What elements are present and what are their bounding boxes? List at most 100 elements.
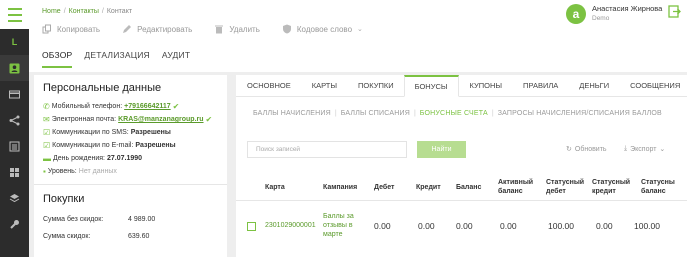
- contact-tabs: ОСНОВНОЕ КАРТЫ ПОКУПКИ БОНУСЫ КУПОНЫ ПРА…: [236, 75, 687, 97]
- sum-no-discount-row: Сумма без скидок: 4 989.00: [43, 211, 218, 228]
- tab-overview[interactable]: ОБЗОР: [42, 50, 73, 68]
- tab-audit[interactable]: АУДИТ: [162, 50, 190, 68]
- breadcrumb-home[interactable]: Home: [42, 8, 61, 15]
- user-menu[interactable]: a Анастасия Жирнова Demo: [566, 4, 662, 24]
- checkbox-checked-icon: ☑: [43, 141, 51, 150]
- top-bar: Home / Контакты / Контакт Копировать Редакти…: [0, 0, 687, 72]
- shield-icon: [282, 24, 291, 34]
- codeword-button[interactable]: Кодовое слово ⌄: [282, 24, 363, 34]
- delete-label: Удалить: [229, 24, 260, 34]
- col-balance[interactable]: Баланс: [456, 183, 481, 192]
- col-card[interactable]: Карта: [265, 183, 285, 192]
- trash-icon: [215, 25, 224, 34]
- card-icon: [9, 90, 20, 98]
- email-row: ✉ Электронная почта: KRAS@manzanagroup.r…: [43, 113, 218, 126]
- email-comm-value: Разрешены: [135, 142, 176, 149]
- refresh-button[interactable]: ↻ Обновить: [566, 145, 607, 154]
- list-icon: [9, 141, 20, 151]
- subtab-accrual-points[interactable]: БАЛЛЫ НАЧИСЛЕНИЯ: [253, 110, 331, 117]
- copy-label: Копировать: [57, 24, 101, 34]
- sum-discount-row: Сумма скидок: 639.60: [43, 228, 218, 245]
- email-value[interactable]: KRAS@manzanagroup.ru: [118, 116, 203, 123]
- email-icon: ✉: [43, 115, 50, 124]
- cell-status-balance: 100.00: [634, 221, 660, 231]
- verified-icon: ✔: [205, 115, 213, 124]
- level-value: Нет данных: [78, 168, 117, 175]
- verified-icon: ✔: [172, 102, 180, 111]
- tab-cards[interactable]: КАРТЫ: [300, 75, 347, 96]
- cell-debit: 0.00: [374, 221, 391, 231]
- subtab-writeoff-points[interactable]: БАЛЛЫ СПИСАНИЯ: [341, 110, 410, 117]
- col-active-balance[interactable]: Активный баланс: [498, 178, 538, 196]
- col-credit[interactable]: Кредит: [416, 183, 441, 192]
- breadcrumb: Home / Контакты / Контакт: [42, 8, 133, 15]
- nav-list[interactable]: [0, 133, 29, 159]
- share-icon: [9, 115, 20, 125]
- campaign-link[interactable]: Баллы за отзывы в марте: [323, 212, 368, 239]
- tab-main[interactable]: ОСНОВНОЕ: [236, 75, 301, 96]
- search-input[interactable]: Поиск записей: [247, 141, 407, 158]
- sms-row: ☑ Коммуникации по SMS: Разрешены: [43, 126, 218, 139]
- hamburger-icon: [7, 6, 22, 24]
- refresh-icon: ↻: [566, 146, 572, 153]
- logout-icon[interactable]: [668, 5, 681, 18]
- breadcrumb-contacts[interactable]: Контакты: [69, 8, 99, 15]
- checkbox-checked-icon: ☑: [43, 128, 51, 137]
- level-icon: ▪: [43, 167, 46, 176]
- sum-no-discount-label: Сумма без скидок:: [43, 216, 104, 223]
- tab-details[interactable]: ДЕТАЛИЗАЦИЯ: [84, 50, 149, 68]
- subtab-bonus-accounts[interactable]: БОНУСНЫЕ СЧЕТА: [420, 110, 488, 117]
- nav-contacts[interactable]: [0, 55, 29, 81]
- user-info: Анастасия Жирнова Demo: [592, 4, 662, 24]
- tab-messages[interactable]: СООБЩЕНИЯ ›: [619, 75, 687, 96]
- sms-value: Разрешены: [130, 129, 171, 136]
- nav-layers[interactable]: [0, 185, 29, 211]
- col-status-balance[interactable]: Статусны баланс: [641, 178, 681, 196]
- user-name: Анастасия Жирнова: [592, 4, 663, 13]
- phone-label: Мобильный телефон:: [51, 103, 123, 110]
- find-button[interactable]: Найти: [417, 141, 466, 158]
- page-tabs: ОБЗОР ДЕТАЛИЗАЦИЯ АУДИТ: [42, 50, 190, 68]
- side-nav: L: [0, 29, 29, 257]
- export-label: Экспорт: [630, 145, 657, 153]
- tab-rules[interactable]: ПРАВИЛА: [512, 75, 568, 96]
- sum-discount-value: 639.60: [128, 233, 150, 240]
- card-number-link[interactable]: 2301029000001: [265, 222, 316, 229]
- tab-money[interactable]: ДЕНЬГИ: [568, 75, 619, 96]
- phone-icon: ✆: [43, 102, 50, 111]
- col-debit[interactable]: Дебет: [374, 183, 394, 192]
- nav-grid[interactable]: [0, 159, 29, 185]
- sum-discount-label: Сумма скидок:: [43, 233, 91, 240]
- tab-messages-label: СООБЩЕНИЯ: [630, 81, 681, 90]
- edit-button[interactable]: Редактировать: [122, 24, 192, 34]
- tab-coupons[interactable]: КУПОНЫ: [458, 75, 513, 96]
- cell-balance: 0.00: [456, 221, 473, 231]
- col-status-debit[interactable]: Статусный дебет: [546, 178, 586, 196]
- tab-purchases[interactable]: ПОКУПКИ: [347, 75, 404, 96]
- copy-button[interactable]: Копировать: [42, 24, 100, 34]
- menu-button[interactable]: [0, 0, 29, 29]
- delete-button[interactable]: Удалить: [214, 24, 260, 34]
- contact-icon: [9, 63, 20, 73]
- sum-no-discount-value: 4 989.00: [128, 216, 156, 223]
- pencil-icon: [123, 25, 132, 33]
- row-checkbox[interactable]: [247, 222, 256, 231]
- nav-settings[interactable]: [0, 211, 29, 237]
- nav-logo-letter: L: [11, 37, 18, 47]
- nav-cards[interactable]: [0, 81, 29, 107]
- purchases-title: Покупки: [43, 193, 85, 205]
- phone-value[interactable]: +79166642117: [124, 103, 171, 110]
- col-status-credit[interactable]: Статусный кредит: [592, 178, 632, 196]
- subtab-requests[interactable]: ЗАПРОСЫ НАЧИСЛЕНИЯ/СПИСАНИЯ БАЛЛОВ: [498, 110, 662, 117]
- tab-bonuses[interactable]: БОНУСЫ: [403, 75, 459, 97]
- nav-home[interactable]: L: [0, 29, 29, 55]
- table-row: 2301029000001 Баллы за отзывы в марте 0.…: [236, 203, 687, 253]
- cell-active-balance: 0.00: [500, 221, 517, 231]
- toolbar: Копировать Редактировать Удалить Кодовое…: [42, 24, 363, 34]
- export-button[interactable]: ⤓ Экспорт ⌄: [624, 145, 665, 153]
- col-campaign[interactable]: Кампания: [323, 183, 357, 192]
- cell-credit: 0.00: [418, 221, 435, 231]
- divider: [34, 184, 227, 185]
- nav-share[interactable]: [0, 107, 29, 133]
- bonus-subtabs: БАЛЛЫ НАЧИСЛЕНИЯ | БАЛЛЫ СПИСАНИЯ | БОНУ…: [253, 110, 662, 117]
